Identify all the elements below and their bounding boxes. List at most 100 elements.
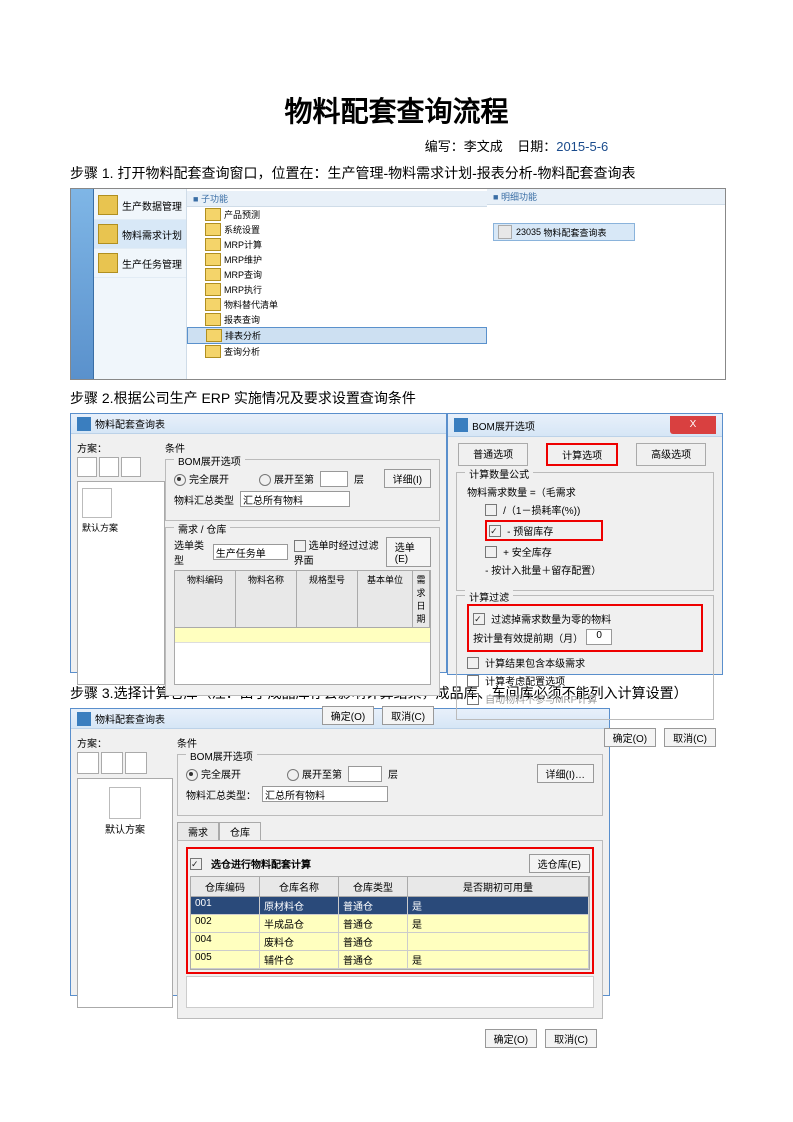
radio-full-expand[interactable] (186, 769, 198, 781)
order-table-body[interactable] (174, 628, 431, 685)
tree-node[interactable]: 物料替代清单 (187, 297, 487, 312)
qty-line: 物料需求数量 =（毛需求 (467, 484, 703, 499)
plan-toolbar (77, 752, 167, 774)
tab-general[interactable]: 普通选项 (458, 443, 528, 466)
nav-item-data-mgmt[interactable]: 生产数据管理 (94, 191, 186, 220)
plan-item-label: 默认方案 (82, 821, 168, 836)
radio-full-expand[interactable] (174, 474, 186, 486)
cancel-button[interactable]: 取消(C) (664, 728, 716, 747)
plan-item-icon[interactable] (82, 488, 112, 518)
stock-table-empty-area (186, 976, 594, 1008)
function-header: ■ 明细功能 (487, 189, 725, 205)
stock-table-header: 仓库编码 仓库名称 仓库类型 是否期初可用量 (191, 877, 589, 897)
folder-icon (205, 283, 221, 296)
select-order-button[interactable]: 选单(E) (386, 537, 431, 567)
tree-node[interactable]: MRP计算 (187, 237, 487, 252)
tab-calc[interactable]: 计算选项 (546, 443, 618, 466)
function-panel: ■ 明细功能 23035 物料配套查询表 (487, 189, 725, 379)
calc-stock-checkbox[interactable] (190, 858, 202, 870)
zero-filter-checkbox[interactable] (473, 613, 485, 625)
function-item[interactable]: 23035 物料配套查询表 (493, 223, 635, 241)
plan-item-icon[interactable] (109, 787, 141, 819)
tree-node[interactable]: MRP执行 (187, 282, 487, 297)
page-title: 物料配套查询流程 (70, 90, 723, 130)
save-icon[interactable] (77, 457, 97, 477)
select-stock-button[interactable]: 选仓库(E) (529, 854, 590, 873)
plan-label: 方案： (77, 440, 157, 455)
ok-button[interactable]: 确定(O) (485, 1029, 537, 1048)
folder-icon (205, 345, 221, 358)
detail-button[interactable]: 详细(I) (384, 469, 431, 488)
demand-stock-tabs: 需求 仓库 (177, 822, 603, 840)
folder-icon (98, 253, 118, 273)
tree-node-selected[interactable]: 排表分析 (187, 327, 487, 344)
table-row[interactable]: 005辅件仓普通仓是 (191, 951, 589, 969)
nav-panel: 生产数据管理 物料需求计划 生产任务管理 (94, 189, 187, 379)
plan-toolbar (77, 457, 157, 477)
tree-node[interactable]: 产品预测 (187, 207, 487, 222)
lead-input[interactable]: 0 (586, 629, 612, 645)
nav-label: 生产任务管理 (122, 256, 182, 271)
lead-label: 按计量有效提前期（月） (473, 630, 583, 645)
select-type-dropdown[interactable]: 生产任务单 (213, 544, 288, 560)
level-input[interactable] (320, 471, 348, 487)
tree-node[interactable]: 系统设置 (187, 222, 487, 237)
demand-legend: 需求 / 仓库 (174, 521, 230, 536)
app-icon (77, 417, 91, 431)
tree-node[interactable]: 查询分析 (187, 344, 487, 359)
demand-group: 需求 / 仓库 选单类型 生产任务单 选单时经过过滤界面 选单(E) 物料编码 … (165, 527, 440, 696)
cancel-button[interactable]: 取消(C) (382, 706, 434, 725)
filter-checkbox[interactable] (294, 540, 306, 552)
plan-list: 默认方案 (77, 481, 165, 685)
tree-panel: ■ 子功能 产品预测 系统设置 MRP计算 MRP维护 MRP查询 MRP执行 … (187, 189, 487, 379)
plan-label: 方案： (77, 735, 167, 750)
stock-checkbox[interactable] (489, 525, 501, 537)
table-row[interactable]: 002半成品仓普通仓是 (191, 915, 589, 933)
tab-demand[interactable]: 需求 (177, 822, 219, 840)
delete-icon[interactable] (99, 457, 119, 477)
author-label: 编写： (425, 139, 464, 154)
detail-button[interactable]: 详细(I)… (537, 764, 594, 783)
app-icon (454, 418, 468, 432)
plan-list: 默认方案 (77, 778, 173, 1008)
ok-button[interactable]: 确定(O) (604, 728, 656, 747)
auto-checkbox (467, 693, 479, 705)
tree-node[interactable]: 报表查询 (187, 312, 487, 327)
folder-icon (205, 223, 221, 236)
dialog-material-query: 物料配套查询表 方案： 默认方案 条件 (70, 413, 447, 673)
date-value: 2015-5-6 (556, 139, 608, 154)
safety-checkbox[interactable] (485, 546, 497, 558)
sumtype-select[interactable]: 汇总所有物料 (262, 786, 388, 802)
tree-node[interactable]: MRP查询 (187, 267, 487, 282)
folder-icon (205, 313, 221, 326)
radio-expand-level[interactable] (287, 769, 299, 781)
refresh-icon[interactable] (121, 457, 141, 477)
nav-item-mrp[interactable]: 物料需求计划 (94, 220, 186, 249)
include-level-checkbox[interactable] (467, 657, 479, 669)
delete-icon[interactable] (101, 752, 123, 774)
rate-checkbox[interactable] (485, 504, 497, 516)
sumtype-select[interactable]: 汇总所有物料 (240, 491, 350, 507)
refresh-icon[interactable] (125, 752, 147, 774)
stock-group: 选仓进行物料配套计算 选仓库(E) 仓库编码 仓库名称 仓库类型 是否期初可用量 (177, 840, 603, 1019)
tree-node[interactable]: MRP维护 (187, 252, 487, 267)
table-row[interactable]: 001原材料仓普通仓是 (191, 897, 589, 915)
tab-advanced[interactable]: 高级选项 (636, 443, 706, 466)
cancel-button[interactable]: 取消(C) (545, 1029, 597, 1048)
consider-rule-checkbox[interactable] (467, 675, 479, 687)
folder-icon (205, 238, 221, 251)
level-input[interactable] (348, 766, 382, 782)
save-icon[interactable] (77, 752, 99, 774)
folder-icon (205, 268, 221, 281)
table-row[interactable]: 004废料仓普通仓 (191, 933, 589, 951)
folder-icon (206, 329, 222, 342)
close-button[interactable]: X (670, 416, 716, 434)
tab-stock[interactable]: 仓库 (219, 822, 261, 840)
ok-button[interactable]: 确定(O) (322, 706, 374, 725)
titlebar: 物料配套查询表 (71, 414, 446, 434)
nav-item-task-mgmt[interactable]: 生产任务管理 (94, 249, 186, 278)
radio-expand-level[interactable] (259, 474, 271, 486)
bom-legend: BOM展开选项 (174, 453, 245, 468)
nav-label: 物料需求计划 (122, 227, 182, 242)
sumtype-label: 物料汇总类型： (186, 787, 256, 802)
